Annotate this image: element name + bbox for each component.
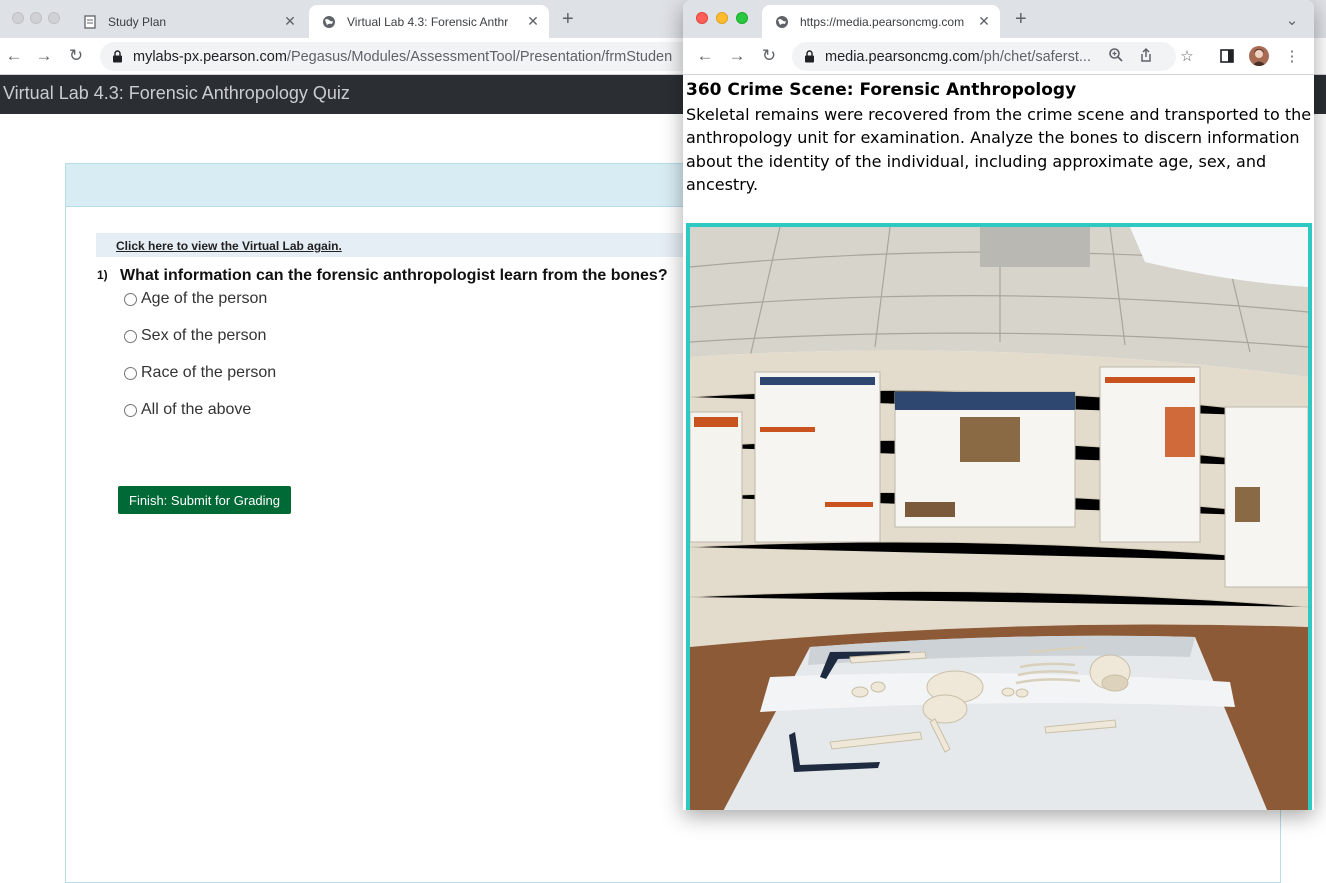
close-window-button[interactable]	[696, 12, 708, 24]
browser-toolbar: ← → ↻ media.pearsoncmg.com/ph/chet/safer…	[683, 38, 1314, 75]
choice-label: All of the above	[141, 401, 252, 418]
tab-title: https://media.pearsoncmg.com	[800, 14, 965, 29]
tab-virtual-lab[interactable]: Virtual Lab 4.3: Forensic Anthr ✕	[309, 5, 549, 38]
choice-label: Race of the person	[141, 364, 277, 381]
radio-button[interactable]	[124, 403, 137, 417]
reload-icon[interactable]: ↻	[65, 45, 87, 67]
share-icon[interactable]	[1138, 47, 1154, 67]
close-window-button[interactable]	[12, 12, 24, 24]
close-tab-icon[interactable]: ✕	[282, 13, 298, 30]
tab-title: Study Plan	[108, 14, 167, 29]
crime-scene-panorama[interactable]	[686, 223, 1312, 810]
new-tab-button[interactable]: +	[1015, 8, 1027, 31]
lab-link-bar: Click here to view the Virtual Lab again…	[96, 233, 696, 257]
view-lab-link[interactable]: Click here to view the Virtual Lab again…	[116, 239, 342, 253]
tab-media-pearson[interactable]: https://media.pearsoncmg.com ✕	[762, 5, 1000, 38]
page-title: 360 Crime Scene: Forensic Anthropology	[686, 80, 1077, 100]
choice-age[interactable]: Age of the person	[124, 290, 267, 308]
choice-race[interactable]: Race of the person	[124, 364, 276, 382]
page-title: Virtual Lab 4.3: Forensic Anthropology Q…	[3, 83, 350, 103]
tab-strip: https://media.pearsoncmg.com ✕ + ⌄	[683, 0, 1314, 38]
back-arrow-icon[interactable]: ←	[694, 45, 716, 67]
back-arrow-icon[interactable]: ←	[3, 45, 25, 67]
forward-arrow-icon[interactable]: →	[726, 45, 748, 67]
url-host: media.pearsoncmg.com	[825, 48, 980, 65]
sidebar-icon[interactable]	[1218, 47, 1236, 65]
chevron-down-icon[interactable]: ⌄	[1283, 11, 1301, 29]
lock-icon	[112, 50, 123, 63]
minimize-window-button[interactable]	[30, 12, 42, 24]
avatar[interactable]	[1249, 46, 1269, 66]
reload-icon[interactable]: ↻	[758, 45, 780, 67]
choice-label: Sex of the person	[141, 327, 267, 344]
question-text: What information can the forensic anthro…	[120, 267, 668, 284]
lab-popup-window: https://media.pearsoncmg.com ✕ + ⌄ ← → ↻…	[683, 0, 1314, 810]
radio-button[interactable]	[124, 329, 137, 343]
url-path: /Pegasus/Modules/AssessmentTool/Presenta…	[286, 48, 673, 65]
address-bar[interactable]: media.pearsoncmg.com/ph/chet/saferst...	[792, 42, 1176, 71]
close-tab-icon[interactable]: ✕	[976, 13, 992, 30]
url-host: mylabs-px.pearson.com	[133, 48, 287, 65]
zoom-icon[interactable]	[1108, 47, 1124, 67]
lab-page: 360 Crime Scene: Forensic Anthropology S…	[683, 75, 1314, 810]
page-description: Skeletal remains were recovered from the…	[686, 105, 1312, 194]
close-tab-icon[interactable]: ✕	[525, 13, 541, 30]
radio-button[interactable]	[124, 366, 137, 380]
zoom-window-button[interactable]	[736, 12, 748, 24]
more-menu-icon[interactable]: ⋮	[1283, 47, 1301, 65]
globe-icon	[321, 14, 337, 30]
question-number: 1)	[97, 268, 108, 282]
bookmark-star-icon[interactable]: ☆	[1178, 47, 1196, 65]
forward-arrow-icon[interactable]: →	[33, 45, 55, 67]
choice-label: Age of the person	[141, 290, 268, 307]
radio-button[interactable]	[124, 292, 137, 306]
choice-sex[interactable]: Sex of the person	[124, 327, 266, 345]
document-icon	[82, 14, 98, 30]
globe-icon	[774, 14, 790, 30]
url-path: /ph/chet/saferst...	[979, 48, 1091, 65]
lock-icon	[804, 50, 815, 63]
submit-button[interactable]: Finish: Submit for Grading	[118, 486, 292, 514]
crime-scene-illustration	[690, 227, 1308, 810]
minimize-window-button[interactable]	[716, 12, 728, 24]
tab-title: Virtual Lab 4.3: Forensic Anthr	[347, 14, 509, 29]
choice-all[interactable]: All of the above	[124, 401, 251, 419]
tab-study-plan[interactable]: Study Plan ✕	[70, 5, 306, 38]
zoom-window-button[interactable]	[48, 12, 60, 24]
new-tab-button[interactable]: +	[562, 8, 574, 31]
